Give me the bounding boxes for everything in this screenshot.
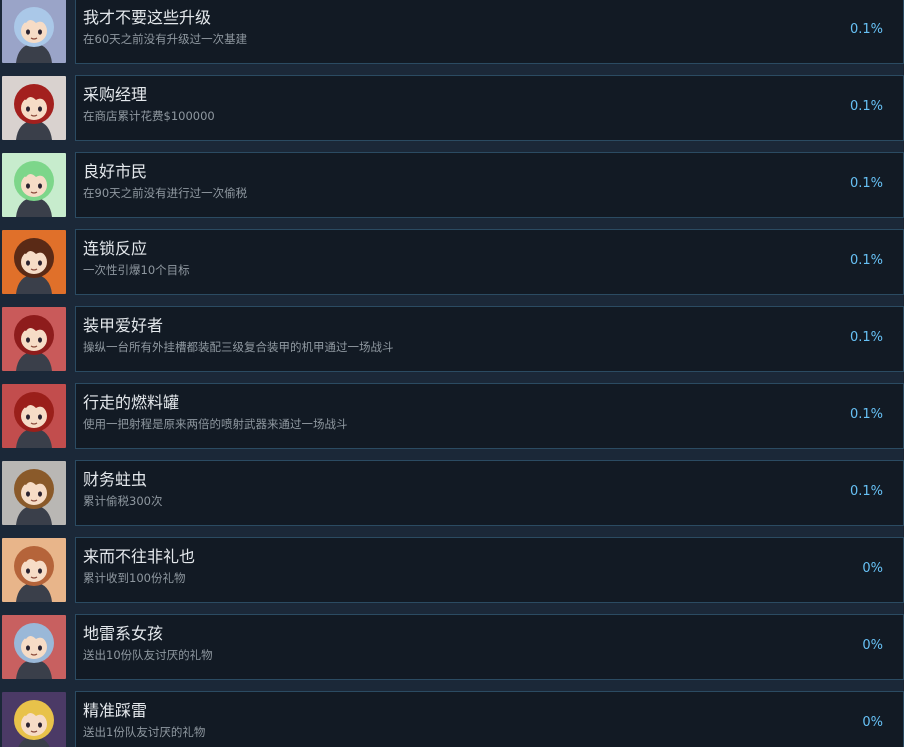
achievement-card[interactable]: 地雷系女孩送出10份队友讨厌的礼物 0% [75, 614, 904, 680]
achievement-row[interactable]: 我才不要这些升级在60天之前没有升级过一次基建 0.1% [0, 0, 904, 64]
red-hair-girl-fuel-tank-icon [2, 384, 66, 448]
unlock-percentage: 0.1% [849, 99, 883, 114]
achievement-card[interactable]: 行走的燃料罐使用一把射程是原来两倍的喷射武器来通过一场战斗 0.1% [75, 383, 904, 449]
achievement-row[interactable]: 装甲爱好者操纵一台所有外挂槽都装配三级复合装甲的机甲通过一场战斗 0.1% [0, 306, 904, 372]
unlock-percentage: 0.1% [849, 484, 883, 499]
blue-hair-girl-landmine-icon [2, 615, 66, 679]
blonde-girl-closeup-icon [2, 692, 66, 747]
achievement-row[interactable]: 精准踩雷送出1份队友讨厌的礼物 0% [0, 691, 904, 747]
achievement-description: 使用一把射程是原来两倍的喷射武器来通过一场战斗 [83, 417, 348, 431]
red-hair-girl-armor-icon [2, 307, 66, 371]
green-hair-girl-question-icon [2, 153, 66, 217]
girl-with-money-bags-icon [2, 461, 66, 525]
achievement-title: 连锁反应 [83, 239, 148, 258]
achievement-card[interactable]: 装甲爱好者操纵一台所有外挂槽都装配三级复合装甲的机甲通过一场战斗 0.1% [75, 306, 904, 372]
achievement-description: 送出10份队友讨厌的礼物 [83, 648, 213, 662]
achievement-description: 累计偷税300次 [83, 494, 163, 508]
achievement-row[interactable]: 财务蛀虫累计偷税300次 0.1% [0, 460, 904, 526]
achievement-description: 在90天之前没有进行过一次偷税 [83, 186, 248, 200]
unlock-percentage: 0% [862, 638, 883, 653]
achievement-title: 采购经理 [83, 85, 148, 104]
unlock-percentage: 0.1% [849, 407, 883, 422]
achievement-description: 累计收到100份礼物 [83, 571, 186, 585]
achievement-title: 良好市民 [83, 162, 148, 181]
achievement-description: 在60天之前没有升级过一次基建 [83, 32, 248, 46]
achievement-card[interactable]: 我才不要这些升级在60天之前没有升级过一次基建 0.1% [75, 0, 904, 64]
achievement-description: 在商店累计花费$100000 [83, 109, 215, 123]
red-hair-girl-shopping-icon [2, 76, 66, 140]
unlock-percentage: 0.1% [849, 22, 883, 37]
achievement-list: 我才不要这些升级 在60天之前没有升级过一次基建 0.1% 采购经理 在商店累计花费$1… [0, 0, 904, 747]
unlock-percentage: 0.1% [849, 176, 883, 191]
achievement-card[interactable]: 来而不往非礼也累计收到100份礼物 0% [75, 537, 904, 603]
unlock-percentage: 0.1% [849, 253, 883, 268]
achievement-description: 送出1份队友讨厌的礼物 [83, 725, 206, 739]
achievement-row[interactable]: 行走的燃料罐使用一把射程是原来两倍的喷射武器来通过一场战斗 0.1% [0, 383, 904, 449]
achievement-title: 行走的燃料罐 [83, 393, 180, 412]
achievement-card[interactable]: 连锁反应一次性引爆10个目标 0.1% [75, 229, 904, 295]
achievement-row[interactable]: 采购经理在商店累计花费$100000 0.1% [0, 75, 904, 141]
explosion-figure-icon [2, 230, 66, 294]
achievement-title: 地雷系女孩 [83, 624, 164, 643]
achievement-description: 一次性引爆10个目标 [83, 263, 190, 277]
achievement-title: 来而不往非礼也 [83, 547, 196, 566]
achievement-row[interactable]: 来而不往非礼也累计收到100份礼物 0% [0, 537, 904, 603]
achievement-card[interactable]: 财务蛀虫累计偷税300次 0.1% [75, 460, 904, 526]
achievement-row[interactable]: 地雷系女孩送出10份队友讨厌的礼物 0% [0, 614, 904, 680]
achievement-card[interactable]: 采购经理在商店累计花费$100000 0.1% [75, 75, 904, 141]
unlock-percentage: 0% [862, 561, 883, 576]
achievement-title: 财务蛀虫 [83, 470, 148, 489]
achievement-row[interactable]: 良好市民在90天之前没有进行过一次偷税 0.1% [0, 152, 904, 218]
achievement-title: 精准踩雷 [83, 701, 148, 720]
achievement-row[interactable]: 连锁反应一次性引爆10个目标 0.1% [0, 229, 904, 295]
unlock-percentage: 0.1% [849, 330, 883, 345]
achievement-card[interactable]: 精准踩雷送出1份队友讨厌的礼物 0% [75, 691, 904, 747]
girl-receiving-gift-icon [2, 538, 66, 602]
unlock-percentage: 0% [862, 715, 883, 730]
achievement-card[interactable]: 良好市民在90天之前没有进行过一次偷税 0.1% [75, 152, 904, 218]
blue-hair-anime-girl-icon [2, 0, 66, 63]
achievement-title: 装甲爱好者 [83, 316, 164, 335]
achievement-description: 操纵一台所有外挂槽都装配三级复合装甲的机甲通过一场战斗 [83, 340, 394, 354]
achievement-title: 我才不要这些升级 [83, 8, 212, 27]
